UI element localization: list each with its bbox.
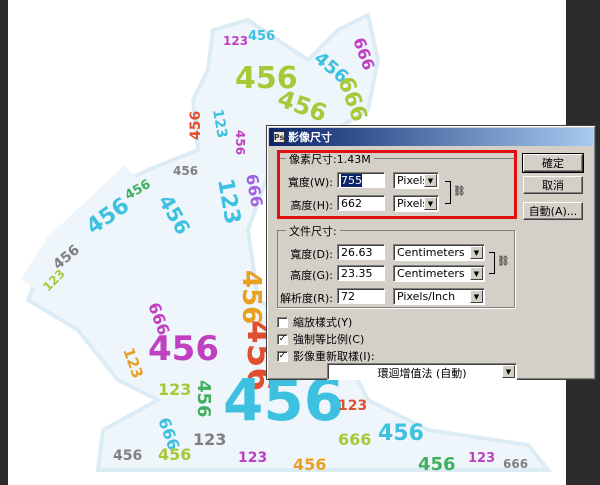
doc-width-label: 寬度(D): — [290, 248, 333, 261]
doc-height-unit-select[interactable]: Centimeters ▼ — [393, 265, 485, 282]
svg-text:666: 666 — [503, 457, 528, 471]
chevron-down-icon: ▼ — [502, 365, 515, 378]
svg-text:456: 456 — [293, 455, 326, 474]
doc-height-label: 高度(G): — [290, 269, 333, 282]
dialog-titlebar[interactable]: Ps 影像尺寸 — [269, 128, 593, 146]
dialog-title: 影像尺寸 — [288, 131, 332, 144]
svg-text:123: 123 — [338, 398, 367, 414]
svg-text:456: 456 — [378, 421, 424, 446]
svg-text:123: 123 — [468, 451, 495, 466]
scale-styles-checkbox[interactable]: 縮放樣式(Y) — [277, 314, 352, 330]
doc-width-input[interactable]: 26.63 — [337, 244, 385, 260]
svg-text:123: 123 — [223, 34, 248, 48]
svg-text:456: 456 — [233, 130, 247, 155]
checkmark-icon: ✓ — [277, 333, 288, 345]
resolution-unit-select[interactable]: Pixels/Inch ▼ — [393, 288, 485, 305]
svg-text:456: 456 — [113, 448, 142, 464]
svg-text:456: 456 — [193, 380, 214, 418]
chevron-down-icon: ▼ — [470, 290, 483, 303]
svg-text:456: 456 — [173, 164, 198, 178]
resolution-input[interactable]: 72 — [337, 288, 385, 304]
doc-height-input[interactable]: 23.35 — [337, 265, 385, 281]
document-size-label: 文件尺寸: — [286, 223, 340, 239]
svg-text:456: 456 — [158, 445, 191, 464]
resample-image-checkbox[interactable]: ✓ 影像重新取樣(I): — [277, 348, 375, 364]
auto-button[interactable]: 自動(A)... — [523, 202, 583, 220]
photoshop-icon: Ps — [273, 131, 285, 143]
svg-text:456: 456 — [148, 329, 219, 369]
resample-method-select[interactable]: 環迴增值法 (自動) ▼ — [327, 363, 517, 380]
svg-text:456: 456 — [418, 454, 456, 475]
svg-text:123: 123 — [158, 380, 191, 399]
chevron-down-icon: ▼ — [470, 267, 483, 280]
cancel-button[interactable]: 取消 — [523, 176, 583, 194]
svg-text:123: 123 — [238, 450, 267, 466]
svg-text:123: 123 — [193, 430, 226, 449]
highlight-box — [277, 150, 517, 219]
doc-link-bracket — [489, 252, 495, 274]
svg-text:456: 456 — [236, 270, 266, 324]
checkbox-box — [277, 316, 288, 328]
constrain-proportions-checkbox[interactable]: ✓ 強制等比例(C) — [277, 331, 364, 347]
doc-width-unit-select[interactable]: Centimeters ▼ — [393, 244, 485, 261]
chevron-down-icon: ▼ — [470, 246, 483, 259]
chain-link-icon: ⛓ — [497, 256, 510, 267]
checkmark-icon: ✓ — [277, 350, 288, 362]
svg-text:456: 456 — [188, 111, 204, 140]
svg-text:666: 666 — [338, 430, 371, 449]
svg-text:456: 456 — [248, 29, 275, 44]
resolution-label: 解析度(R): — [280, 292, 333, 305]
ok-button[interactable]: 確定 — [522, 153, 584, 173]
